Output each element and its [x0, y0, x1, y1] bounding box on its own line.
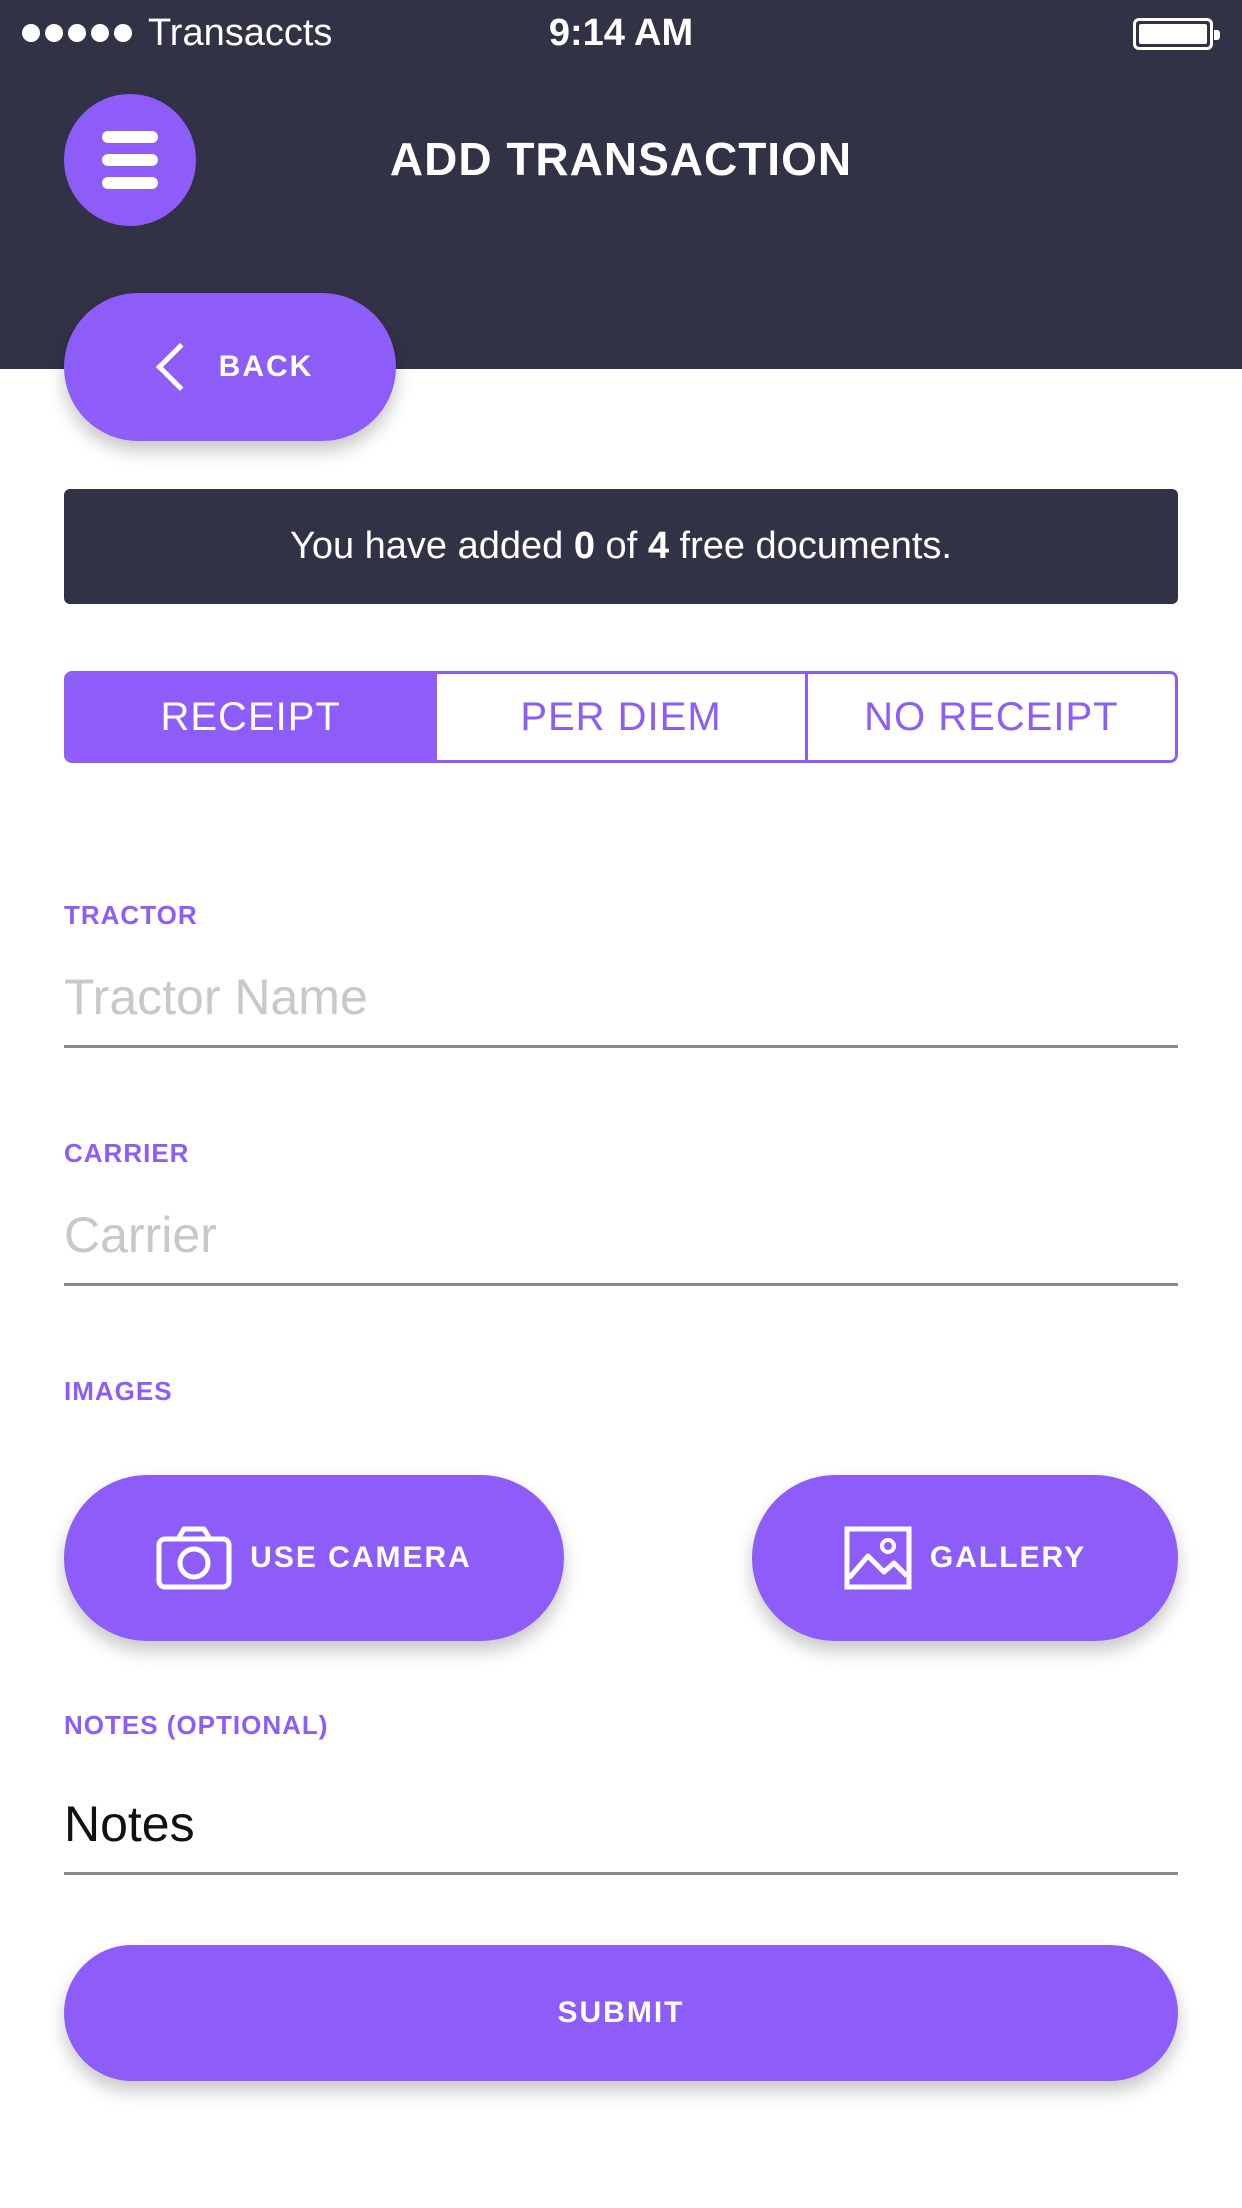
segment-no-receipt[interactable]: NO RECEIPT: [804, 674, 1175, 760]
chevron-left-icon: [155, 342, 204, 392]
submit-button[interactable]: SUBMIT: [64, 1945, 1178, 2081]
back-button-label: BACK: [218, 350, 314, 383]
use-camera-button[interactable]: USE CAMERA: [64, 1475, 564, 1641]
notes-input[interactable]: Notes: [64, 1775, 1178, 1875]
image-gallery-icon: [844, 1526, 912, 1590]
page-title: ADD TRANSACTION: [389, 133, 853, 185]
free-documents-notice: You have added 0 of 4 free documents.: [64, 489, 1178, 604]
gallery-label: GALLERY: [929, 1541, 1087, 1574]
total-count: 4: [647, 525, 669, 567]
status-time: 9:14 AM: [548, 12, 694, 54]
images-label: IMAGES: [64, 1376, 173, 1406]
camera-icon: [156, 1526, 232, 1590]
notes-label: NOTES (OPTIONAL): [64, 1710, 329, 1740]
segment-receipt[interactable]: RECEIPT: [67, 674, 435, 760]
use-camera-label: USE CAMERA: [250, 1541, 472, 1574]
carrier-label: CARRIER: [64, 1138, 190, 1168]
battery-full-icon: [1133, 18, 1220, 50]
tractor-label: TRACTOR: [64, 900, 198, 930]
segment-per-diem[interactable]: PER DIEM: [434, 674, 805, 760]
transaction-type-segmented-control: RECEIPT PER DIEM NO RECEIPT: [64, 671, 1178, 763]
tractor-name-input[interactable]: [64, 948, 1178, 1048]
added-count: 0: [573, 525, 595, 567]
back-button[interactable]: BACK: [64, 293, 396, 441]
status-bar: Transaccts 9:14 AM: [0, 0, 1242, 70]
gallery-button[interactable]: GALLERY: [752, 1475, 1178, 1641]
carrier-input[interactable]: [64, 1186, 1178, 1286]
